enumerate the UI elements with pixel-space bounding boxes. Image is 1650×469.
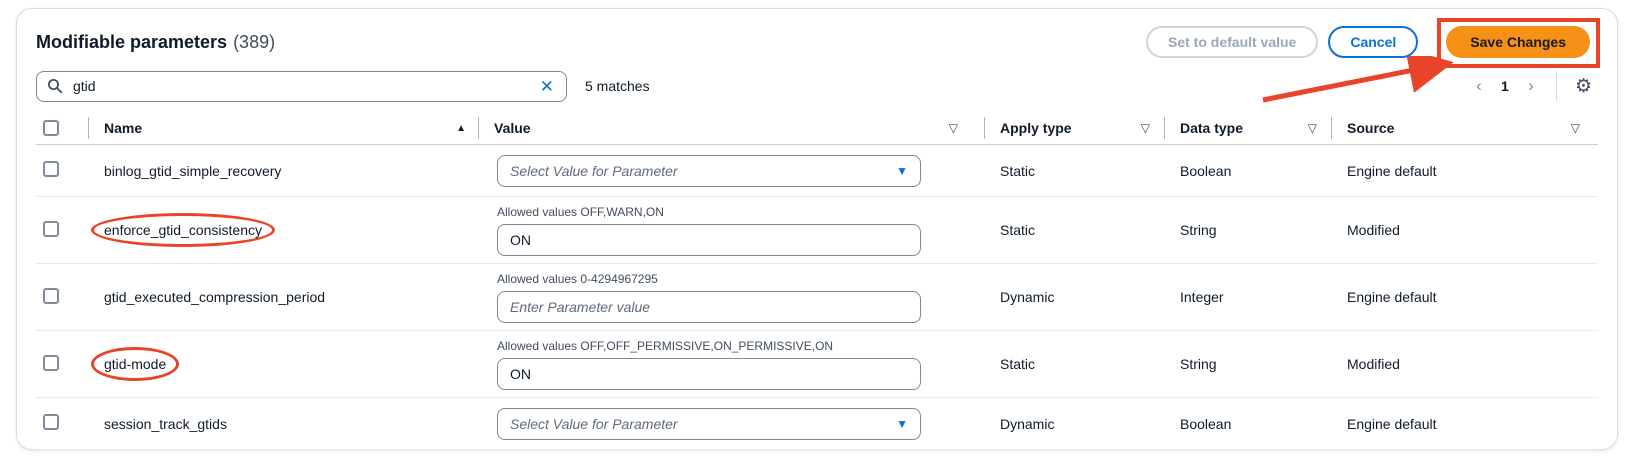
value-input[interactable] [497,291,921,323]
filter-icon[interactable]: ▽ [1571,121,1580,135]
column-header-apply-type[interactable]: Apply type ▽ [984,112,1164,144]
pagination-next-icon[interactable]: › [1518,75,1544,97]
filter-icon[interactable]: ▽ [949,121,958,135]
allowed-values-label: Allowed values 0-4294967295 [497,272,984,286]
sort-ascending-icon[interactable]: ▲ [456,123,466,134]
parameter-count: (389) [233,32,275,53]
select-caret-icon: ▼ [896,164,908,178]
allowed-values-label: Allowed values OFF,OFF_PERMISSIVE,ON_PER… [497,339,984,353]
pagination-page-1[interactable]: 1 [1492,77,1518,95]
apply-type-cell: Static [984,163,1164,179]
pagination-divider [1556,71,1557,101]
value-select[interactable]: Select Value for Parameter ▼ [497,155,921,187]
panel-header: Modifiable parameters (389) Set to defau… [36,25,1598,59]
apply-type-cell: Static [984,222,1164,238]
pagination-prev-icon[interactable]: ‹ [1466,75,1492,97]
set-to-default-button[interactable]: Set to default value [1146,26,1318,58]
table-header-row: Name ▲ Value ▽ Apply type ▽ Data type ▽ … [36,112,1598,145]
row-checkbox[interactable] [43,414,59,430]
apply-type-cell: Dynamic [984,416,1164,432]
table-row: gtid-mode Allowed values OFF,OFF_PERMISS… [36,331,1598,398]
apply-type-cell: Dynamic [984,289,1164,305]
header-checkbox-cell [36,112,88,144]
parameters-table: Name ▲ Value ▽ Apply type ▽ Data type ▽ … [36,112,1598,450]
data-type-cell: Integer [1164,289,1331,305]
cancel-button[interactable]: Cancel [1328,26,1418,58]
modifiable-parameters-panel: Modifiable parameters (389) Set to defau… [16,8,1618,450]
column-header-data-type[interactable]: Data type ▽ [1164,112,1331,144]
matches-count: 5 matches [585,78,650,94]
data-type-cell: Boolean [1164,416,1331,432]
apply-type-cell: Static [984,356,1164,372]
clear-search-icon[interactable]: ✕ [540,78,554,95]
gear-icon[interactable]: ⚙ [1569,76,1598,97]
row-checkbox[interactable] [43,355,59,371]
select-caret-icon: ▼ [896,417,908,431]
data-type-cell: Boolean [1164,163,1331,179]
parameter-name: gtid-mode [104,356,166,372]
source-cell: Engine default [1331,289,1598,305]
pagination: ‹ 1 › ⚙ [1466,71,1598,101]
parameter-name: enforce_gtid_consistency [104,222,262,238]
data-type-cell: String [1164,356,1331,372]
data-type-cell: String [1164,222,1331,238]
table-row: gtid_executed_compression_period Allowed… [36,264,1598,331]
allowed-values-label: Allowed values OFF,WARN,ON [497,205,984,219]
column-header-value[interactable]: Value ▽ [478,112,984,144]
value-select[interactable]: Select Value for Parameter ▼ [497,408,921,440]
value-input[interactable] [497,224,921,256]
source-cell: Engine default [1331,163,1598,179]
source-cell: Engine default [1331,416,1598,432]
parameter-name: gtid_executed_compression_period [104,289,325,305]
table-row: binlog_gtid_simple_recovery Select Value… [36,145,1598,197]
filter-icon[interactable]: ▽ [1308,121,1317,135]
row-checkbox[interactable] [43,221,59,237]
column-header-name[interactable]: Name ▲ [88,112,478,144]
row-checkbox[interactable] [43,161,59,177]
value-input[interactable] [497,358,921,390]
save-button-wrap: Save Changes [1446,26,1590,58]
source-cell: Modified [1331,222,1598,238]
filter-icon[interactable]: ▽ [1141,121,1150,135]
search-box[interactable]: ✕ [36,71,567,102]
column-header-source[interactable]: Source ▽ [1331,112,1598,144]
search-input[interactable] [71,77,540,95]
table-row: enforce_gtid_consistency Allowed values … [36,197,1598,264]
toolbar: ✕ 5 matches ‹ 1 › ⚙ [36,70,1598,102]
parameter-name: binlog_gtid_simple_recovery [104,163,281,179]
save-changes-button[interactable]: Save Changes [1446,26,1590,58]
source-cell: Modified [1331,356,1598,372]
select-all-checkbox[interactable] [43,120,59,136]
page-title: Modifiable parameters [36,32,227,53]
search-icon [47,78,63,94]
header-actions: Set to default value Cancel Save Changes [1146,26,1598,58]
parameter-name: session_track_gtids [104,416,227,432]
row-checkbox[interactable] [43,288,59,304]
table-row: session_track_gtids Select Value for Par… [36,398,1598,450]
